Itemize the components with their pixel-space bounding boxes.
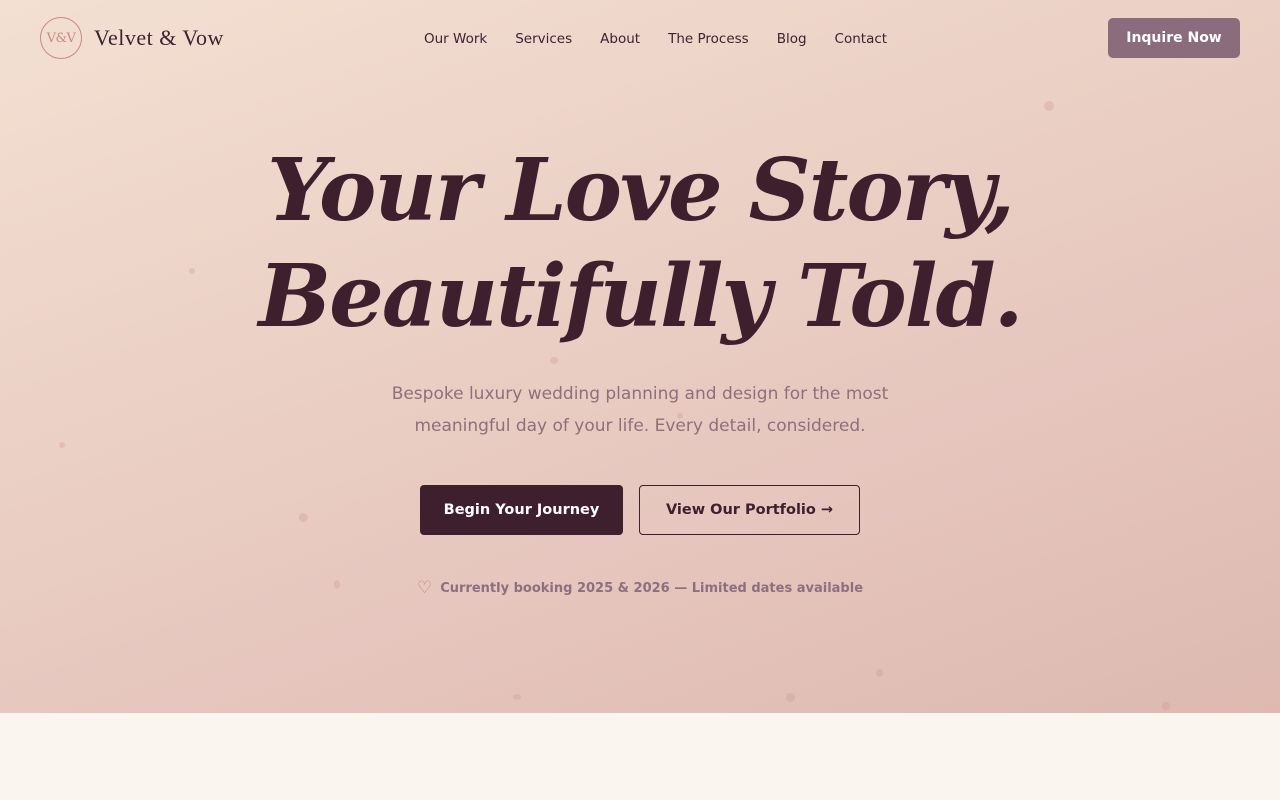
decorative-petal	[550, 357, 558, 364]
inquire-now-button[interactable]: Inquire Now	[1108, 18, 1240, 58]
view-portfolio-button[interactable]: View Our Portfolio →	[639, 485, 860, 535]
monogram-badge: V&V	[40, 17, 82, 59]
decorative-petal	[786, 693, 795, 702]
hero-headline: Your Love Story, Beautifully Told.	[0, 138, 1280, 350]
booking-notice: ♡ Currently booking 2025 & 2026 — Limite…	[0, 578, 1280, 598]
decorative-petal	[59, 442, 65, 448]
headline-line-2: Beautifully Told.	[258, 246, 1023, 347]
nav-item-our-work[interactable]: Our Work	[424, 30, 487, 48]
decorative-petal	[1162, 702, 1170, 710]
nav-item-services[interactable]: Services	[515, 30, 572, 48]
begin-journey-button[interactable]: Begin Your Journey	[420, 485, 623, 535]
brand-logo[interactable]: V&V Velvet & Vow	[40, 17, 224, 59]
heart-icon: ♡	[416, 578, 433, 598]
brand-name: Velvet & Vow	[94, 25, 224, 50]
decorative-petal	[876, 669, 883, 677]
booking-text: Currently booking 2025 & 2026 — Limited …	[440, 580, 864, 596]
main-nav: Our Work Services About The Process Blog…	[424, 30, 887, 48]
decorative-petal	[513, 694, 521, 700]
decorative-petal	[299, 513, 308, 522]
nav-item-contact[interactable]: Contact	[835, 30, 888, 48]
nav-item-blog[interactable]: Blog	[777, 30, 807, 48]
next-section	[0, 713, 1280, 800]
headline-line-1: Your Love Story,	[267, 140, 1015, 241]
nav-item-about[interactable]: About	[600, 30, 640, 48]
hero-section: V&V Velvet & Vow Our Work Services About…	[0, 0, 1280, 713]
decorative-petal	[1044, 101, 1054, 111]
hero-subtitle: Bespoke luxury wedding planning and desi…	[391, 384, 889, 436]
nav-item-the-process[interactable]: The Process	[668, 30, 749, 48]
